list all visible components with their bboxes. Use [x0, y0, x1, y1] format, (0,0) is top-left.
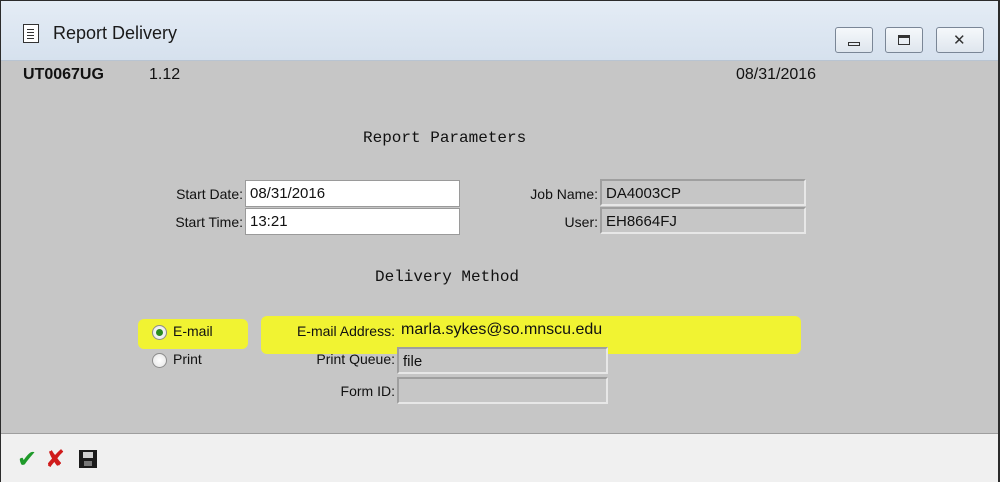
job-name-label: Job Name: [530, 186, 598, 202]
report-delivery-window: Report Delivery UT0067UG 1.12 08/31/2016… [0, 0, 1000, 482]
x-icon[interactable]: ✘ [45, 447, 67, 471]
delivery-method-heading: Delivery Method [375, 268, 520, 286]
program-version: 1.12 [149, 66, 181, 83]
user-label: User: [564, 214, 598, 230]
current-date: 08/31/2016 [736, 66, 817, 83]
start-time-input[interactable]: 13:21 [245, 208, 460, 235]
email-radio[interactable] [152, 325, 167, 340]
user-field: EH8664FJ [600, 207, 806, 234]
start-date-label: Start Date: [176, 186, 243, 202]
start-date-input[interactable]: 08/31/2016 [245, 180, 460, 207]
email-address-label: E-mail Address: [296, 323, 395, 339]
close-button[interactable] [936, 27, 984, 53]
form-id-field[interactable] [397, 377, 608, 404]
form-id-label: Form ID: [340, 383, 395, 399]
start-time-label: Start Time: [175, 214, 243, 230]
checkmark-icon[interactable]: ✔ [17, 447, 39, 471]
print-queue-field[interactable]: file [397, 347, 608, 374]
email-option-label[interactable]: E-mail [173, 323, 213, 339]
print-radio[interactable] [152, 353, 167, 368]
print-option-label[interactable]: Print [173, 351, 202, 367]
toolbar: ✔ ✘ [1, 433, 998, 482]
minimize-button[interactable] [835, 27, 873, 53]
title-bar: Report Delivery [1, 1, 998, 61]
email-address-input[interactable]: marla.sykes@so.mnscu.edu [397, 317, 807, 344]
print-queue-label: Print Queue: [316, 351, 395, 367]
program-id: UT0067UG [23, 66, 104, 83]
document-icon [23, 24, 39, 43]
maximize-button[interactable] [885, 27, 923, 53]
window-title: Report Delivery [53, 23, 178, 43]
job-name-field: DA4003CP [600, 179, 806, 206]
save-disk-icon[interactable] [79, 450, 97, 468]
report-parameters-heading: Report Parameters [363, 129, 527, 147]
